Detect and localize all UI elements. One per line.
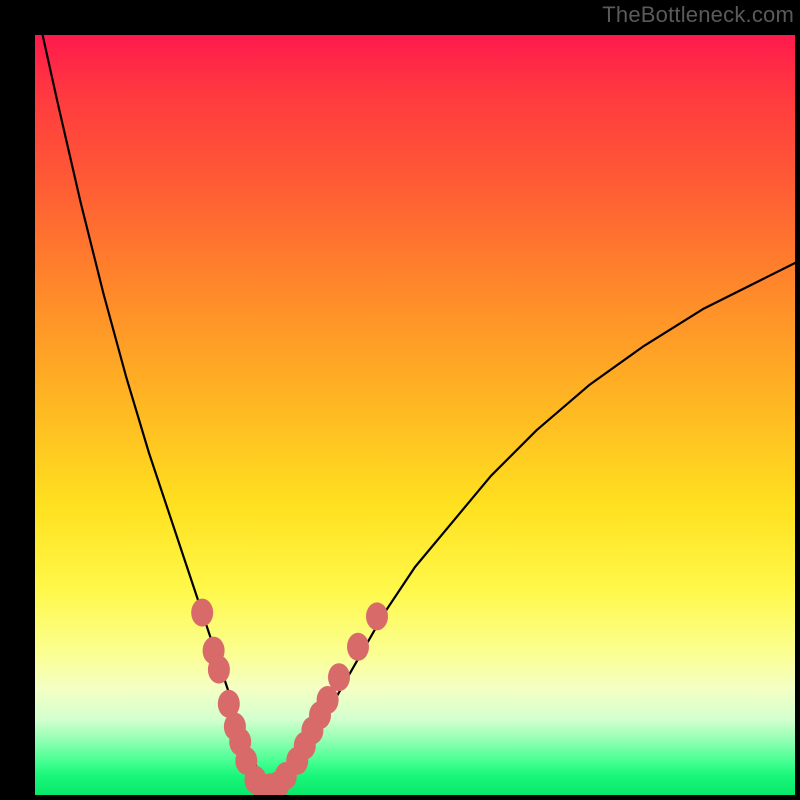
marker-dot (328, 663, 350, 691)
watermark-text: TheBottleneck.com (602, 2, 794, 28)
highlight-markers (191, 599, 388, 795)
marker-dot (347, 633, 369, 661)
curve-layer (35, 35, 795, 795)
marker-dot (208, 656, 230, 684)
plot-area (35, 35, 795, 795)
chart-frame: TheBottleneck.com (0, 0, 800, 800)
marker-dot (191, 599, 213, 627)
bottleneck-curve (43, 35, 795, 787)
marker-dot (366, 602, 388, 630)
